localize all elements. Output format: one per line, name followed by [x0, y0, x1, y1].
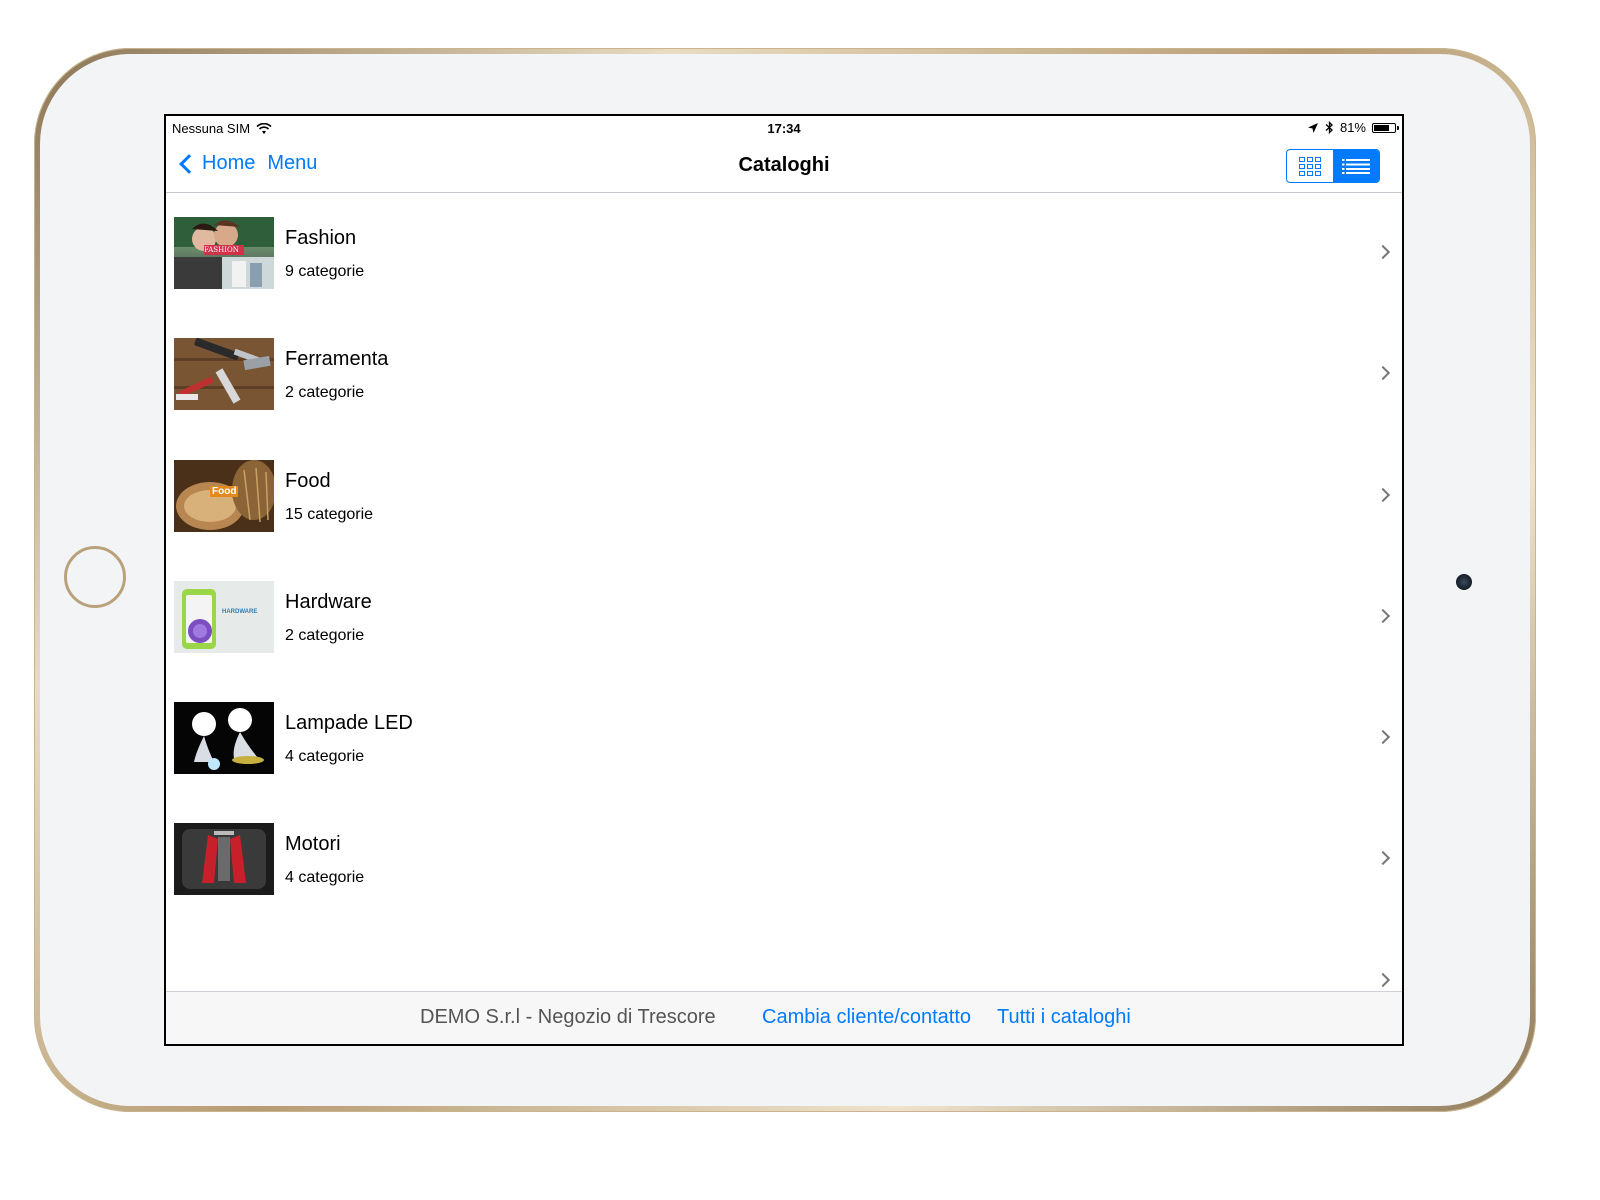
home-button[interactable] — [64, 546, 126, 608]
catalog-thumbnail — [174, 338, 274, 411]
battery-icon — [1372, 122, 1399, 133]
catalog-thumbnail — [174, 702, 274, 775]
battery-fill — [1374, 124, 1389, 131]
catalog-item-motori[interactable]: Motori 4 categorie — [166, 799, 1402, 920]
chevron-right-icon — [1375, 972, 1391, 987]
catalog-thumbnail: FASHION — [174, 217, 274, 289]
catalog-thumbnail: Food — [174, 459, 274, 532]
list-icon — [1342, 159, 1370, 174]
catalog-category-count: 15 categorie — [285, 505, 374, 523]
store-label: DEMO S.r.l - Negozio di Trescore — [420, 1006, 716, 1028]
status-right: 81% — [1307, 120, 1399, 135]
catalog-item-partial[interactable] — [166, 921, 1402, 993]
status-bar: Nessuna SIM 17:34 81% — [166, 116, 1402, 140]
bluetooth-icon — [1325, 121, 1333, 134]
bottom-toolbar: DEMO S.r.l - Negozio di Trescore Cambia … — [166, 991, 1402, 1044]
grid-view-button[interactable] — [1287, 150, 1333, 182]
catalog-item-ferramenta[interactable]: Ferramenta 2 categorie — [166, 314, 1402, 435]
catalog-category-count: 2 categorie — [285, 384, 365, 402]
page-title: Cataloghi — [738, 154, 830, 176]
change-client-button[interactable]: Cambia cliente/contatto — [762, 1006, 971, 1029]
catalog-category-count: 2 categorie — [285, 626, 365, 644]
all-catalogs-button[interactable]: Tutti i cataloghi — [997, 1006, 1131, 1029]
catalog-name: Ferramenta — [285, 348, 389, 371]
catalog-name: Food — [285, 469, 331, 492]
screen: Nessuna SIM 17:34 81% Home Menu Catalogh… — [164, 114, 1404, 1046]
catalog-name: Lampade LED — [285, 712, 413, 735]
catalog-list: FASHION Fashion 9 categorie Ferramenta 2… — [166, 193, 1402, 993]
chevron-right-icon — [1375, 244, 1391, 260]
chevron-right-icon — [1375, 608, 1391, 623]
catalog-thumbnail — [174, 823, 274, 896]
catalog-item-food[interactable]: Food Food 15 categorie — [166, 436, 1402, 557]
list-view-button[interactable] — [1333, 150, 1379, 182]
catalog-item-hardware[interactable]: HARDWARE Hardware 2 categorie — [166, 557, 1402, 678]
thumbnail-label: HARDWARE — [222, 608, 258, 615]
catalog-name: Fashion — [285, 227, 357, 249]
catalog-thumbnail: HARDWARE — [174, 580, 274, 653]
catalog-name: Hardware — [285, 590, 372, 613]
location-arrow-icon — [1307, 122, 1318, 133]
catalog-item-lampade-led[interactable]: Lampade LED 4 categorie — [166, 678, 1402, 799]
catalog-item-fashion[interactable]: FASHION Fashion 9 categorie — [166, 193, 1402, 314]
navigation-bar: Home Menu Cataloghi — [166, 140, 1402, 193]
catalog-category-count: 4 categorie — [285, 748, 365, 766]
chevron-right-icon — [1375, 851, 1391, 866]
chevron-right-icon — [1375, 487, 1391, 502]
view-mode-segmented-control — [1286, 149, 1380, 183]
chevron-right-icon — [1375, 730, 1391, 745]
grid-icon — [1299, 156, 1321, 176]
status-time: 17:34 — [767, 121, 801, 136]
battery-percent: 81% — [1339, 120, 1366, 135]
catalog-category-count: 4 categorie — [285, 869, 365, 887]
app-screen: Nessuna SIM 17:34 81% Home Menu Catalogh… — [166, 116, 1402, 1044]
camera-icon — [1456, 574, 1472, 590]
thumbnail-label: Food — [210, 485, 239, 497]
thumbnail-label: FASHION — [204, 246, 239, 254]
catalog-category-count: 9 categorie — [285, 263, 365, 280]
chevron-right-icon — [1375, 366, 1391, 381]
catalog-name: Motori — [285, 833, 341, 856]
